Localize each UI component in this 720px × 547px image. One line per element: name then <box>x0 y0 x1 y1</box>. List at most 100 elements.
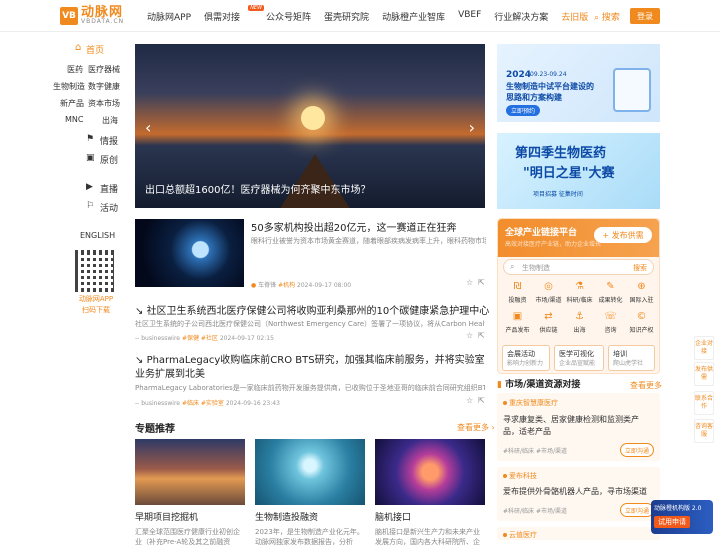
nav-item-vbef[interactable]: VBEF <box>458 10 481 23</box>
sidebar-english[interactable]: ENGLISH <box>80 231 115 240</box>
sidebar-item-live[interactable]: 直播 <box>100 182 118 195</box>
sidebar-item-biomfg[interactable]: 生物制造 <box>53 81 85 92</box>
service-transfer[interactable]: ✎ 成果转化 <box>595 281 626 304</box>
topic-card[interactable]: 脑机接口 脑机接口是新兴生产力和未来产业发展方向，国内各大科研院所、企 <box>375 439 485 546</box>
article-title[interactable]: ↘ 社区卫生系统西北医疗保健公司将收购亚利桑那州的10个碳健康紧急护理中心 <box>135 302 489 317</box>
sidebar-item-devices[interactable]: 医疗器械 <box>88 64 120 75</box>
carousel-next-icon[interactable]: › <box>469 118 475 137</box>
float-publish-demand[interactable]: 发布供需 <box>694 362 714 386</box>
favorite-icon[interactable]: ☆ <box>466 278 473 287</box>
original-icon: ▣ <box>86 153 95 163</box>
service-consult[interactable]: ☏ 咨询 <box>595 311 626 334</box>
favorite-icon[interactable]: ☆ <box>466 396 473 405</box>
search-label: 搜索 <box>601 13 620 23</box>
nav-item-solutions[interactable]: 行业解决方案 <box>494 10 548 23</box>
publish-demand-button[interactable]: + 发布供需 <box>594 227 652 243</box>
market-heading-text: 市场/渠道资源对接 <box>505 380 581 390</box>
article-tags[interactable]: #机构 <box>278 282 295 289</box>
pill-visual[interactable]: 医学可视化 企业品宣赋能 <box>554 345 604 371</box>
sidebar-item-mnc[interactable]: MNC <box>65 115 83 124</box>
float-enterprise-connect[interactable]: 企业对接 <box>694 336 714 360</box>
topics-more-link[interactable]: 查看更多 › <box>457 422 495 433</box>
service-research[interactable]: ⚗ 科研/临床 <box>564 281 595 304</box>
service-ip[interactable]: © 知识产权 <box>626 311 657 334</box>
sidebar-item-intel[interactable]: 情报 <box>100 134 118 147</box>
share-icon[interactable]: ⇱ <box>478 331 485 340</box>
pill-events[interactable]: 会展活动影响力创新力 <box>502 345 550 371</box>
platform-title: 全球产业链接平台 <box>505 228 578 238</box>
article-thumbnail[interactable] <box>135 219 244 287</box>
hero-caption[interactable]: 出口总额超1600亿！医疗器械为何齐聚中东市场？ <box>145 181 370 196</box>
sidebar-item-capital[interactable]: 资本市场 <box>88 98 120 109</box>
article-tags[interactable]: #临床 #实验室 <box>182 400 224 407</box>
nav-item-old-version[interactable]: 去旧版 <box>561 10 588 23</box>
market-more-link[interactable]: 查看更多 <box>630 380 662 391</box>
market-item[interactable]: 爱布科技 爱布提供外骨骼机器人产品，寻市场渠道 #科研/临床 #市场/渠道 立即… <box>497 467 660 521</box>
sidebar-item-overseas[interactable]: 出海 <box>102 115 118 126</box>
service-supply-chain[interactable]: ⇄ 供应链 <box>533 311 564 334</box>
ad2-title-line1: 第四季生物医药 <box>515 146 607 161</box>
ad-book-button[interactable]: 立即预约 <box>506 105 541 116</box>
article-author[interactable]: businesswire <box>141 335 180 342</box>
float-customer-service[interactable]: 咨询客服 <box>694 419 714 443</box>
topic-image <box>375 439 485 505</box>
nav-item-wechat[interactable]: 公众号矩阵 <box>266 10 311 23</box>
hero-carousel[interactable]: ‹ › 出口总额超1600亿！医疗器械为何齐聚中东市场？ <box>135 44 485 208</box>
market-item-tags: #科研/临床 #市场/渠道 <box>503 508 568 515</box>
service-label: 成果转化 <box>598 297 623 304</box>
platform-search-input[interactable]: ⌕ 生物制造 搜索 <box>503 259 654 275</box>
service-market[interactable]: ◎ 市场/渠道 <box>533 281 564 304</box>
main-nav: 动脉网APP 俱需对接 NEW 公众号矩阵 蛋壳研究院 动脉橙产业智库 VBEF … <box>147 5 601 23</box>
share-icon[interactable]: ⇱ <box>478 278 485 287</box>
sidebar-item-original[interactable]: 原创 <box>100 153 118 166</box>
article-title-text: PharmaLegacy收购临床前CRO BTS研究，加强其临床前服务，并将实验… <box>135 355 485 380</box>
sidebar-item-events[interactable]: 活动 <box>100 201 118 214</box>
article-author[interactable]: businesswire <box>141 400 180 407</box>
service-investment[interactable]: ₪ 投融资 <box>502 281 533 304</box>
market-item-desc: 爱布提供外骨骼机器人产品，寻市场渠道 <box>503 487 647 496</box>
pill-training[interactable]: 培训 爬山虎学社 <box>608 345 655 371</box>
service-overseas[interactable]: ⚓ 出海 <box>564 311 595 334</box>
market-item[interactable]: 云值医疗 <box>497 527 660 540</box>
carousel-prev-icon[interactable]: ‹ <box>145 118 151 137</box>
topic-card[interactable]: 早期项目挖掘机 汇聚全球范围医疗健康行业初创企业（补充Pre-A轮及其之前融资 <box>135 439 245 546</box>
sidebar-item-pharma[interactable]: 医药 <box>67 64 83 75</box>
sidebar-item-new-products[interactable]: 新产品 <box>60 98 84 109</box>
market-item[interactable]: 重庆智慧康医疗 寻求康复类、居家健康检测和监测类产品，适老产品 #科研/临床 #… <box>497 393 660 461</box>
nav-item-app[interactable]: 动脉网APP <box>147 10 191 23</box>
trial-apply-button[interactable]: 试用申请 <box>654 516 690 528</box>
favorite-icon[interactable]: ☆ <box>466 331 473 340</box>
nav-item-thinktank[interactable]: 动脉橙产业智库 <box>382 10 445 23</box>
nav-item-supply-label: 俱需对接 <box>204 13 241 23</box>
pill-title: 会展活动 <box>507 350 535 358</box>
ad-banner-biomfg[interactable]: 2024 09.23-09.24 生物制造中试平台建设的 思路和方案构建 立即预… <box>497 44 660 122</box>
ad-banner-star-contest[interactable]: 第四季生物医药 "明日之星"大赛 项目招募 征集时间 <box>497 133 660 209</box>
article-title[interactable]: ↘ PharmaLegacy收购临床前CRO BTS研究，加强其临床前服务，并将… <box>135 354 485 382</box>
ad-title-line2: 思路和方案构建 <box>506 93 562 102</box>
sidebar-home[interactable]: 首页 <box>86 43 104 56</box>
site-logo[interactable]: VB 动脉网 VBDATA.CN <box>60 6 124 25</box>
pill-sub: 影响力创新力 <box>507 360 544 367</box>
contact-button[interactable]: 立即沟通 <box>620 443 654 457</box>
contact-button[interactable]: 立即沟通 <box>620 503 654 517</box>
sidebar-item-digital-health[interactable]: 数字健康 <box>88 81 120 92</box>
service-label: 科研/临床 <box>566 297 593 304</box>
article-tags[interactable]: #保健 #社区 <box>182 335 218 342</box>
hero-sun <box>301 106 325 130</box>
nav-item-research[interactable]: 蛋壳研究院 <box>324 10 369 23</box>
float-cooperate[interactable]: 联系合作 <box>694 391 714 415</box>
share-icon[interactable]: ⇱ <box>478 396 485 405</box>
article-title[interactable]: 50多家机构投出超20亿元，这一赛道正在狂奔 <box>251 219 456 234</box>
event-icon: ⚐ <box>86 201 95 211</box>
article-summary: PharmaLegacy Laboratories是一家临床前药物开发服务提供商… <box>135 384 485 392</box>
service-intl[interactable]: ⊕ 国际入驻 <box>626 281 657 304</box>
platform-search-button[interactable]: 搜索 <box>633 263 647 273</box>
trial-promo-banner[interactable]: 动脉橙机构版 2.0 试用申请 <box>651 500 713 534</box>
logo-mark: VB <box>60 6 78 25</box>
login-button[interactable]: 登录 <box>630 8 660 24</box>
article-author[interactable]: 车脊锋 <box>258 282 276 289</box>
nav-item-supply[interactable]: 俱需对接 NEW <box>204 5 265 23</box>
topic-card[interactable]: 生物制造投融资 2023年，是生物制造产业化元年。动脉网独家发布数据报告，分析 <box>255 439 365 546</box>
service-product-launch[interactable]: ▣ 产品发布 <box>502 311 533 334</box>
search-link[interactable]: ⌕ 搜索 <box>594 10 620 23</box>
